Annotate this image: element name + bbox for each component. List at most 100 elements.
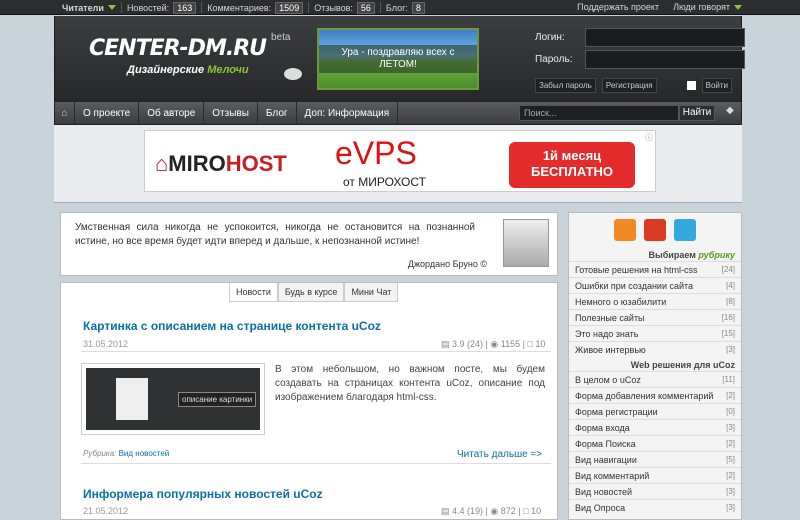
sidebar-item-label: Готовые решения на html-css <box>575 264 698 275</box>
people-dropdown[interactable]: Люди говорят <box>673 2 742 12</box>
chevron-down-icon <box>734 5 742 10</box>
sidebar-item-count: [3] <box>726 423 735 432</box>
sidebar-item[interactable]: Живое интервью [3] <box>569 341 741 357</box>
web-heading: Web решения для uCoz <box>630 360 735 370</box>
news-count: 163 <box>173 1 197 14</box>
blog-count: 8 <box>411 1 425 14</box>
reviews-stat: Отзывов: 56 <box>309 1 381 14</box>
twitter-icon[interactable] <box>674 219 696 241</box>
sidebar-item-label: В целом о uCoz <box>575 374 641 385</box>
sidebar-item[interactable]: Вид новостей [3] <box>569 483 741 499</box>
sidebar-item[interactable]: Форма Поиска [2] <box>569 435 741 451</box>
chevron-down-icon <box>107 5 116 10</box>
sidebar-item[interactable]: Это надо знать [15] <box>569 325 741 341</box>
sidebar-item[interactable]: Вид Опроса [3] <box>569 499 741 515</box>
banner-text: Ура - поздравляю всех с ЛЕТОМ! <box>319 45 477 73</box>
sidebar-item-label: Форма добавления комментарий <box>575 390 714 401</box>
sidebar-item[interactable]: Форма регистрации [0] <box>569 403 741 419</box>
login-input[interactable] <box>585 27 745 47</box>
post-thumbnail[interactable]: описание картинки <box>81 363 265 435</box>
sidebar-item-label: Живое интервью <box>575 344 646 355</box>
post-title[interactable]: Информера популярных новостей uCoz <box>83 487 323 501</box>
post-meta: ▤ 3.9 (24) | ◉ 1155 | □ 10 <box>441 339 546 349</box>
nav-item-reviews[interactable]: Отзывы <box>204 101 258 125</box>
logo-beta: beta <box>271 32 291 43</box>
main-nav: ⌂ О проекте Об авторе Отзывы Блог Доп: И… <box>54 101 742 125</box>
sidebar-item[interactable]: Немного о юзабилити [8] <box>569 293 741 309</box>
mirohost-ad[interactable]: ⌂MIROHOST eVPS от МИРОХОСТ 1й месяц БЕСПЛ… <box>144 130 656 192</box>
post-text: В этом небольшом, но важном посте, мы бу… <box>275 364 545 403</box>
nav-item-about[interactable]: О проекте <box>75 101 140 125</box>
nav-item-info[interactable]: Доп: Информация <box>297 101 399 125</box>
password-label: Пароль: <box>535 53 573 65</box>
login-button[interactable]: Войти <box>701 78 732 93</box>
read-more-link[interactable]: Читать дальше => <box>457 449 542 460</box>
sidebar-item-label: Форма регистрации <box>575 406 658 417</box>
readers-dropdown[interactable]: Читатели <box>0 2 122 13</box>
sidebar-item[interactable]: Форма входа [3] <box>569 419 741 435</box>
summer-banner[interactable]: Ура - поздравляю всех с ЛЕТОМ! <box>317 28 479 90</box>
mouse-icon <box>284 68 302 80</box>
comments-icon: □ <box>523 506 532 516</box>
site-logo[interactable]: CENTER-DM.RU beta Дизайнерские Мелочи <box>89 32 319 86</box>
sidebar-item[interactable]: Форма добавления комментарий [2] <box>569 387 741 403</box>
remember-checkbox[interactable] <box>686 81 696 90</box>
sidebar-item-count: [16] <box>721 313 735 322</box>
thumb-label: описание картинки <box>178 392 257 407</box>
people-label: Люди говорят <box>673 2 730 12</box>
sidebar-item-count: [24] <box>721 265 735 274</box>
sidebar-item[interactable]: В целом о uCoz [11] <box>569 371 741 387</box>
views-icon: ◉ <box>490 506 501 516</box>
nav-item-author[interactable]: Об авторе <box>139 101 205 125</box>
sidebar-item[interactable]: Готовые решения на html-css [24] <box>569 261 741 277</box>
sidebar-item-count: [3] <box>726 503 735 512</box>
rating-icon: ▤ <box>441 506 453 516</box>
comments-stat: Комментариев: 1509 <box>202 1 310 14</box>
site-header: CENTER-DM.RU beta Дизайнерские Мелочи Ур… <box>54 16 745 101</box>
sidebar-item[interactable]: Вид навигации [5] <box>569 451 741 467</box>
home-icon[interactable]: ⌂ <box>55 101 75 125</box>
rss-icon[interactable] <box>614 219 636 241</box>
search-button[interactable]: Найти <box>679 105 715 121</box>
sidebar-item-count: [3] <box>726 345 735 354</box>
sidebar-item[interactable]: Ошибки при создании сайта [4] <box>569 277 741 293</box>
login-form: Логин: Пароль: Забыл пароль Регистрация … <box>535 26 745 93</box>
sidebar-item-label: Это надо знать <box>575 328 639 339</box>
news-stat: Новостей: 163 <box>122 1 203 14</box>
sidebar-item-label: Форма входа <box>575 422 630 433</box>
sidebar-item-count: [3] <box>726 487 735 496</box>
info-icon[interactable]: ⓘ <box>645 132 653 143</box>
author-portrait <box>503 219 549 267</box>
reviews-count: 56 <box>356 1 375 14</box>
post-title[interactable]: Картинка с описанием на странице контент… <box>83 319 381 333</box>
sidebar-item-count: [8] <box>726 297 735 306</box>
register-link[interactable]: Регистрация <box>601 78 657 93</box>
password-input[interactable] <box>585 49 745 69</box>
mail-icon[interactable] <box>644 219 666 241</box>
post-date: 31.05.2012 <box>83 339 129 349</box>
sidebar-item-label: Вид навигации <box>575 454 637 465</box>
readers-label: Читатели <box>62 2 104 13</box>
sidebar-item[interactable]: Полезные сайты [16] <box>569 309 741 325</box>
sidebar-item-label: Вид новостей <box>575 486 632 497</box>
tab-mini-chat[interactable]: Мини Чат <box>344 283 399 302</box>
post-rubric: Рубрика: Вид новостей <box>83 449 170 458</box>
ad-from: от МИРОХОСТ <box>343 175 426 189</box>
forgot-password-link[interactable]: Забыл пароль <box>535 78 596 93</box>
sidebar-item-count: [15] <box>721 329 735 338</box>
tab-news[interactable]: Новости <box>229 283 278 302</box>
rubric-list: Готовые решения на html-css [24] Ошибки пр… <box>569 261 741 357</box>
sidebar-item-count: [4] <box>726 281 735 290</box>
sidebar-item-count: [2] <box>726 391 735 400</box>
rubric-link[interactable]: Вид новостей <box>119 449 170 458</box>
sidebar-item-label: Форма Поиска <box>575 438 636 449</box>
ad-offer: 1й месяц БЕСПЛАТНО <box>509 142 635 188</box>
ad-brand: ⌂MIROHOST <box>155 151 287 176</box>
search-input[interactable]: Поиск... <box>519 105 679 121</box>
support-link[interactable]: Поддержать проект <box>577 2 659 12</box>
sidebar-item[interactable]: Вид комментарий [2] <box>569 467 741 483</box>
nav-item-blog[interactable]: Блог <box>258 101 297 125</box>
tab-stay-informed[interactable]: Будь в курсе <box>277 283 345 302</box>
rating-icon: ▤ <box>441 339 453 349</box>
tag-icon[interactable]: ◆ <box>721 105 739 121</box>
